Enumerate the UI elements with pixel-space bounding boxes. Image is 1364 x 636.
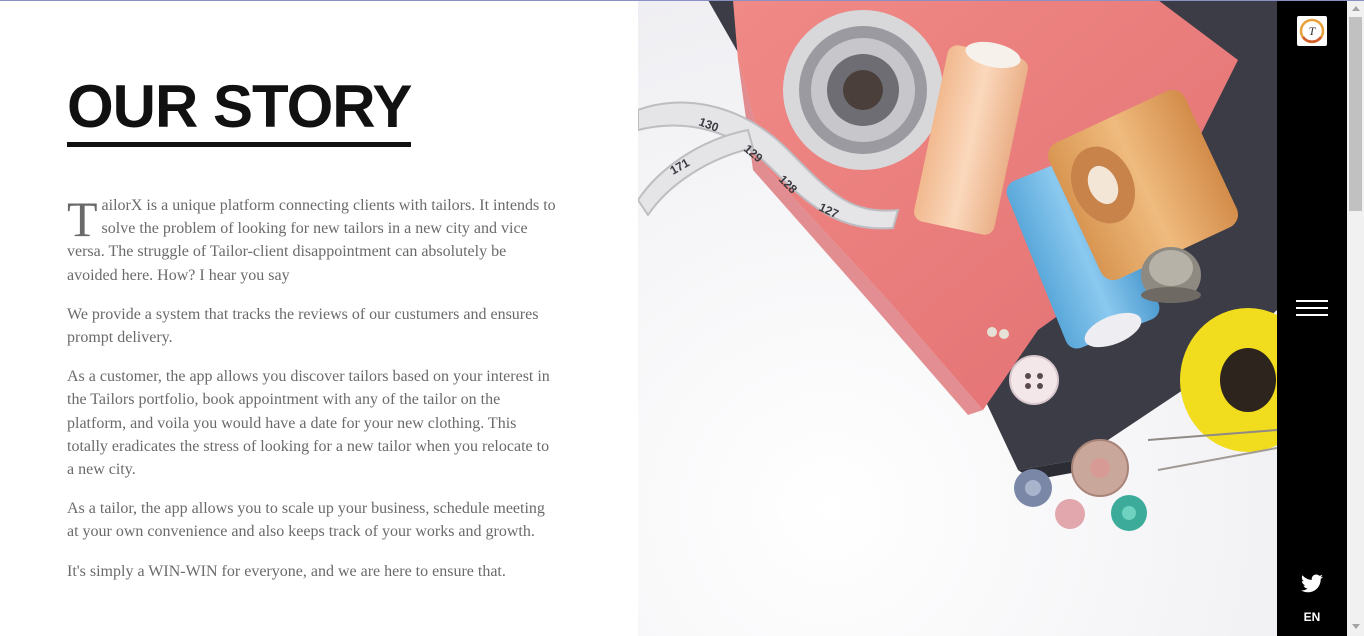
page-title: OUR STORY <box>67 72 412 147</box>
story-section: OUR STORY TailorX is a unique platform c… <box>0 0 638 636</box>
sewing-supplies-image: 130 129 128 127 171 <box>638 0 1277 636</box>
right-sidebar: T EN <box>1277 0 1347 636</box>
hamburger-menu-icon[interactable] <box>1295 296 1329 320</box>
story-paragraph-4: As a tailor, the app allows you to scale… <box>67 500 545 541</box>
tailorx-logo-icon[interactable]: T <box>1297 16 1327 46</box>
story-paragraph-5: It's simply a WIN-WIN for everyone, and … <box>67 562 506 580</box>
story-paragraph-2: We provide a system that tracks the revi… <box>67 305 539 347</box>
story-text: TailorX is a unique platform connecting … <box>67 194 557 599</box>
svg-text:T: T <box>1309 24 1317 38</box>
sewing-supplies-illustration: 130 129 128 127 171 <box>638 0 1277 636</box>
story-paragraph-3: As a customer, the app allows you discov… <box>67 368 550 479</box>
twitter-icon[interactable] <box>1300 572 1324 596</box>
story-paragraph-1-text: ailorX is a unique platform connecting c… <box>67 197 556 284</box>
scroll-up-arrow-icon[interactable] <box>1352 6 1360 11</box>
language-selector[interactable]: EN <box>1277 610 1347 624</box>
vertical-scrollbar[interactable] <box>1347 0 1364 636</box>
story-paragraph-1: TailorX is a unique platform connecting … <box>67 194 557 287</box>
window-top-border <box>0 0 1364 1</box>
drop-cap: T <box>67 191 98 247</box>
thimble <box>1141 247 1201 303</box>
scroll-thumb[interactable] <box>1349 17 1362 211</box>
scroll-down-arrow-icon[interactable] <box>1352 624 1360 629</box>
